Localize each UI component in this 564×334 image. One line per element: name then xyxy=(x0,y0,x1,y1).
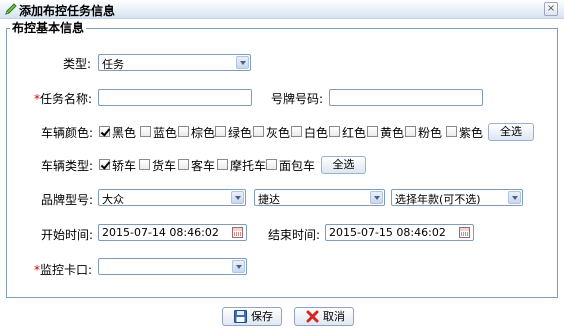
cancel-button[interactable]: 取消 xyxy=(294,307,354,326)
year-select[interactable]: 选择年款(可不选) xyxy=(391,189,523,206)
type-label: 类型: xyxy=(63,57,92,71)
task-name-label: *任务名称: xyxy=(34,90,92,107)
checkpoint-label-text: 监控卡口: xyxy=(40,263,93,277)
chevron-down-icon xyxy=(236,56,249,69)
type-select-value: 任务 xyxy=(102,58,124,71)
color-option-checkbox-label: 绿色 xyxy=(228,126,253,140)
color-option-checkbox[interactable] xyxy=(253,126,264,137)
color-option-checkbox[interactable] xyxy=(329,126,340,137)
color-option-checkbox-label: 红色 xyxy=(342,126,367,140)
vehicle-type-option-checkbox-label: 摩托车 xyxy=(230,159,267,173)
edit-pencil-icon xyxy=(5,3,17,15)
color-option-checkbox[interactable] xyxy=(405,126,416,137)
color-option-checkbox[interactable] xyxy=(367,126,378,137)
model-select-value: 捷达 xyxy=(258,193,280,206)
plate-number-input[interactable] xyxy=(329,89,483,106)
type-select[interactable]: 任务 xyxy=(98,54,251,71)
color-option-checkbox-label: 白色 xyxy=(304,126,329,140)
vehicle-type-option-checkbox-label: 货车 xyxy=(152,159,177,173)
save-button-label: 保存 xyxy=(251,310,273,323)
chevron-down-icon xyxy=(370,191,383,204)
task-name-label-text: 任务名称: xyxy=(40,92,93,106)
plate-label: 号牌号码: xyxy=(271,92,324,106)
checkpoint-select[interactable] xyxy=(98,258,247,275)
dialog-title: 添加布控任务信息 xyxy=(19,4,116,18)
color-select-all-button[interactable]: 全选 xyxy=(488,123,534,141)
start-time-input[interactable]: 2015-07-14 08:46:02 xyxy=(98,224,247,241)
vehicle-type-option-checkbox[interactable] xyxy=(99,159,110,170)
color-option-checkbox[interactable] xyxy=(140,126,151,137)
checkpoint-label: *监控卡口: xyxy=(34,261,92,278)
color-option-checkbox[interactable] xyxy=(178,126,189,137)
start-time-value: 2015-07-14 08:46:02 xyxy=(102,226,219,239)
chevron-down-icon xyxy=(231,191,244,204)
end-time-value: 2015-07-15 08:46:02 xyxy=(329,226,446,239)
calendar-icon[interactable] xyxy=(232,227,243,238)
color-option-checkbox-label: 棕色 xyxy=(191,126,216,140)
color-option-checkbox-label: 紫色 xyxy=(459,126,484,140)
year-select-value: 选择年款(可不选) xyxy=(395,193,481,206)
model-select[interactable]: 捷达 xyxy=(254,189,385,206)
brand-select-value: 大众 xyxy=(102,193,124,206)
brand-select[interactable]: 大众 xyxy=(98,189,246,206)
color-option-checkbox[interactable] xyxy=(99,126,110,137)
cancel-x-icon xyxy=(306,310,319,323)
dialog-title-bar: 添加布控任务信息 × xyxy=(0,0,564,19)
chevron-down-icon xyxy=(508,191,521,204)
calendar-icon[interactable] xyxy=(459,227,470,238)
cancel-button-label: 取消 xyxy=(323,310,345,323)
save-button[interactable]: 保存 xyxy=(222,307,282,326)
vehicle-type-option-checkbox-label: 客车 xyxy=(191,159,216,173)
vehicle-type-option-checkbox-label: 面包车 xyxy=(279,159,316,173)
vehicle-color-label: 车辆颜色: xyxy=(41,126,94,140)
color-option-checkbox[interactable] xyxy=(215,126,226,137)
vehicle-type-option-checkbox[interactable] xyxy=(139,159,150,170)
vehicle-type-label: 车辆类型: xyxy=(41,159,94,173)
type-select-all-button[interactable]: 全选 xyxy=(321,156,366,174)
close-icon: × xyxy=(546,3,556,14)
color-option-checkbox-label: 黑色 xyxy=(112,126,137,140)
vehicle-type-option-checkbox[interactable] xyxy=(266,159,277,170)
color-option-checkbox[interactable] xyxy=(446,126,457,137)
color-option-checkbox-label: 蓝色 xyxy=(153,126,178,140)
color-option-checkbox[interactable] xyxy=(291,126,302,137)
color-option-checkbox-label: 粉色 xyxy=(418,126,443,140)
end-time-label: 结束时间: xyxy=(268,228,321,242)
color-option-checkbox-label: 灰色 xyxy=(266,126,291,140)
vehicle-type-option-checkbox-label: 轿车 xyxy=(112,159,137,173)
chevron-down-icon xyxy=(232,260,245,273)
fieldset-legend: 布控基本信息 xyxy=(10,19,87,36)
end-time-input[interactable]: 2015-07-15 08:46:02 xyxy=(325,224,474,241)
brand-model-label: 品牌型号: xyxy=(41,193,94,207)
save-disk-icon xyxy=(234,310,247,323)
close-button[interactable]: × xyxy=(544,2,558,16)
vehicle-type-option-checkbox[interactable] xyxy=(178,159,189,170)
color-option-checkbox-label: 黄色 xyxy=(380,126,405,140)
task-name-input[interactable] xyxy=(98,89,252,106)
start-time-label: 开始时间: xyxy=(41,228,94,242)
vehicle-type-option-checkbox[interactable] xyxy=(217,159,228,170)
